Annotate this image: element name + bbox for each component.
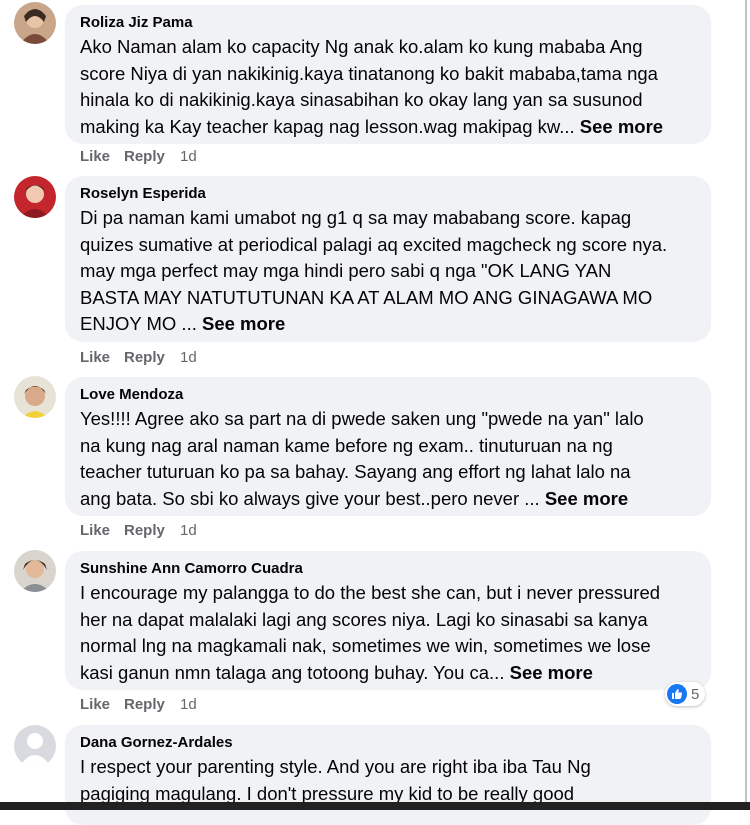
comment-actions: Like Reply 1d xyxy=(80,349,197,366)
comment-author[interactable]: Sunshine Ann Camorro Cuadra xyxy=(80,559,697,579)
like-button[interactable]: Like xyxy=(80,349,124,366)
comment-actions: Like Reply 1d xyxy=(80,148,197,165)
like-button[interactable]: Like xyxy=(80,148,124,165)
comment-actions: Like Reply 1d xyxy=(80,522,197,539)
reply-button[interactable]: Reply xyxy=(124,349,180,366)
like-button[interactable]: Like xyxy=(80,522,124,539)
avatar[interactable] xyxy=(14,550,56,592)
avatar[interactable] xyxy=(14,2,56,44)
comment-actions: Like Reply 1d xyxy=(80,696,197,713)
like-reaction-icon xyxy=(667,684,687,704)
comment-bubble: Dana Gornez-Ardales I respect your paren… xyxy=(65,725,711,825)
reply-button[interactable]: Reply xyxy=(124,148,180,165)
see-more-link[interactable]: See more xyxy=(510,662,593,683)
comment-text: I respect your parenting style. And you … xyxy=(80,756,591,804)
comment-bubble: Roselyn Esperida Di pa naman kami umabot… xyxy=(65,176,711,342)
comment-author[interactable]: Love Mendoza xyxy=(80,385,697,405)
comment-bubble: Sunshine Ann Camorro Cuadra I encourage … xyxy=(65,551,711,690)
comment-author[interactable]: Dana Gornez-Ardales xyxy=(80,733,697,753)
see-more-link[interactable]: See more xyxy=(580,116,663,137)
comment-text: Yes!!!! Agree ako sa part na di pwede sa… xyxy=(80,408,644,509)
comment-timestamp[interactable]: 1d xyxy=(180,349,197,366)
reaction-count: 5 xyxy=(691,685,700,703)
see-more-link[interactable]: See more xyxy=(202,313,285,334)
reply-button[interactable]: Reply xyxy=(124,522,180,539)
avatar[interactable] xyxy=(14,176,56,218)
comment-text: Di pa naman kami umabot ng g1 q sa may m… xyxy=(80,207,668,334)
reply-button[interactable]: Reply xyxy=(124,696,180,713)
comment-text: I encourage my palangga to do the best s… xyxy=(80,582,661,683)
reaction-summary[interactable]: 5 xyxy=(665,682,706,706)
avatar[interactable] xyxy=(14,725,56,767)
comment-timestamp[interactable]: 1d xyxy=(180,148,197,165)
like-button[interactable]: Like xyxy=(80,696,124,713)
comment-text: Ako Naman alam ko capacity Ng anak ko.al… xyxy=(80,36,664,137)
comment-timestamp[interactable]: 1d xyxy=(180,522,197,539)
comment-author[interactable]: Roliza Jiz Pama xyxy=(80,13,697,33)
scrollbar-edge xyxy=(745,0,747,810)
see-more-link[interactable]: See more xyxy=(545,488,628,509)
comment-timestamp[interactable]: 1d xyxy=(180,696,197,713)
comment-bubble: Roliza Jiz Pama Ako Naman alam ko capaci… xyxy=(65,5,711,144)
comment-bubble: Love Mendoza Yes!!!! Agree ako sa part n… xyxy=(65,377,711,516)
avatar[interactable] xyxy=(14,376,56,418)
taskbar-edge xyxy=(0,802,750,810)
comment-author[interactable]: Roselyn Esperida xyxy=(80,184,697,204)
